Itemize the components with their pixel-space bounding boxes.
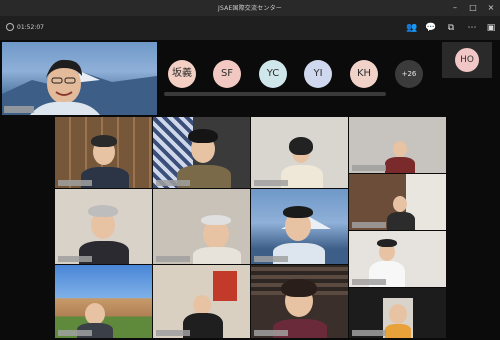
name-tag [352,330,386,336]
video-tile[interactable] [153,117,250,188]
avatar[interactable]: SF [213,60,241,88]
name-tag [254,330,288,336]
meeting-header: 01:52:07 👥 💬 ⧉ ⋯ ▣ [0,16,500,40]
video-tile[interactable] [153,265,250,338]
video-tile[interactable] [251,117,348,188]
face [393,141,407,157]
video-tile[interactable] [251,189,348,264]
elapsed-time: 01:52:07 [17,24,44,31]
video-tile[interactable] [251,265,348,338]
more-icon[interactable]: ⋯ [466,22,478,34]
video-tile[interactable] [153,189,250,264]
hair [91,135,117,147]
video-tile[interactable] [55,117,152,188]
name-tag [352,279,386,285]
breakout-rooms-icon[interactable]: ⧉ [445,22,457,34]
self-video-tile[interactable] [2,42,157,115]
avatar: HO [455,48,479,72]
camera-icon[interactable]: ▣ [485,22,497,34]
body [387,212,415,230]
video-tile[interactable] [349,288,446,338]
name-tag [156,256,190,262]
video-tile[interactable] [349,231,446,287]
hair [88,205,118,217]
hair [201,215,231,225]
self-name-tag [4,106,34,113]
face [193,295,211,315]
hair [289,137,313,155]
name-tag [254,256,288,262]
video-tile[interactable] [55,265,152,338]
face [85,303,105,325]
face [389,304,407,324]
window-title: JSAE国際交流センター [218,5,282,12]
name-tag [254,180,288,186]
chat-icon[interactable]: 💬 [425,22,437,34]
name-tag [58,256,92,262]
hair [188,129,218,143]
hair [283,206,313,218]
video-tile[interactable] [55,189,152,264]
video-tile[interactable] [349,117,446,173]
close-icon[interactable]: × [486,3,496,13]
face [393,196,407,212]
scroll-bar[interactable] [164,92,386,96]
title-bar: JSAE国際交流センター – □ × [0,0,500,16]
name-tag [156,180,190,186]
people-icon[interactable]: 👥 [406,22,418,34]
video-gallery [55,117,446,338]
body [193,247,241,264]
hair [281,279,317,297]
overflow-count[interactable]: +26 [395,60,423,88]
poster-background [213,271,237,301]
body [385,324,411,338]
pinned-participant[interactable]: HO [442,42,492,78]
video-tile[interactable] [349,174,446,230]
hair [377,239,397,247]
maximize-icon[interactable]: □ [468,3,478,13]
body [385,157,415,173]
clock-icon [6,23,14,31]
avatar[interactable]: YC [259,60,287,88]
name-tag [352,222,386,228]
name-tag [352,165,386,171]
avatar[interactable]: YI [304,60,332,88]
minimize-icon[interactable]: – [450,3,460,13]
name-tag [58,180,92,186]
name-tag [58,330,92,336]
avatar[interactable]: KH [350,60,378,88]
name-tag [156,330,190,336]
avatar[interactable]: 坂義 [168,60,196,88]
self-video-image [2,59,157,115]
